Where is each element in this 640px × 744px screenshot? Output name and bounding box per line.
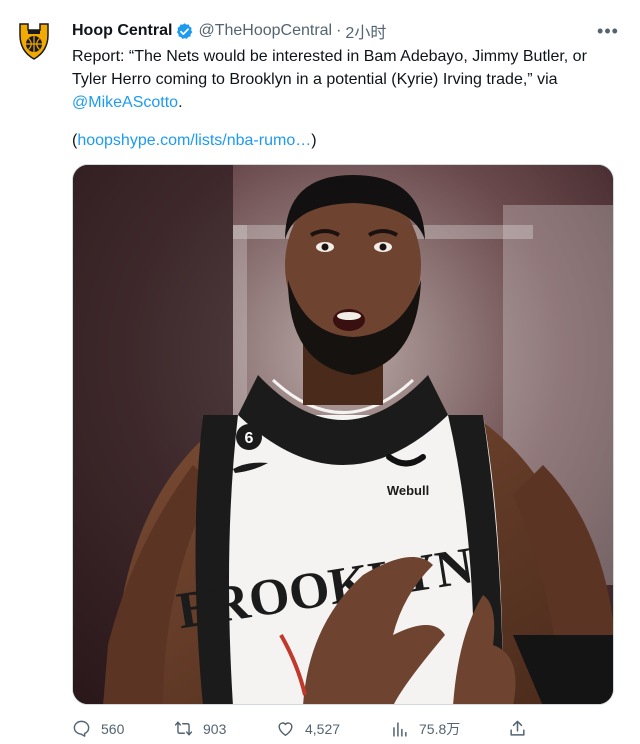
reply-button[interactable]: 560 (72, 719, 124, 738)
retweet-count: 903 (203, 720, 227, 737)
separator-dot: · (336, 22, 342, 39)
media-photo[interactable]: 6 Webull BROOKLYN (72, 164, 614, 705)
more-icon[interactable]: ••• (596, 19, 620, 43)
action-bar: 560 903 4,527 75.8万 (72, 716, 612, 744)
verified-badge-icon (175, 22, 194, 41)
url-link[interactable]: hoopshype.com/lists/nba-rumo… (77, 132, 311, 149)
tweet[interactable]: Hoop Central @TheHoopCentral · 2小时 ••• R… (0, 0, 640, 743)
display-name[interactable]: Hoop Central (72, 22, 172, 40)
hoop-central-logo (19, 23, 49, 60)
mention-link[interactable]: @MikeAScotto (72, 94, 178, 111)
tweet-header: Hoop Central @TheHoopCentral · 2小时 ••• (72, 19, 620, 43)
views-count: 75.8万 (419, 721, 461, 737)
views-button[interactable]: 75.8万 (390, 719, 460, 739)
avatar[interactable] (13, 20, 55, 62)
link-line: (hoopshype.com/lists/nba-rumo…) (72, 129, 317, 152)
share-button[interactable] (508, 719, 537, 738)
link-close-paren: ) (311, 132, 317, 149)
retweet-icon (174, 721, 193, 736)
like-count: 4,527 (305, 720, 341, 737)
jersey-number: 6 (245, 430, 254, 447)
player-photo: 6 Webull BROOKLYN (73, 165, 613, 704)
mention-suffix: . (178, 94, 183, 111)
reply-icon (73, 720, 90, 737)
tweet-text-line: Report: “The Nets would be interested in… (72, 48, 587, 65)
retweet-button[interactable]: 903 (174, 719, 226, 738)
like-icon (278, 722, 293, 736)
share-icon (510, 720, 525, 736)
handle[interactable]: @TheHoopCentral (198, 22, 332, 40)
tweet-text-line: Tyler Herro coming to Brooklyn in a pote… (72, 71, 558, 88)
views-icon (393, 721, 407, 737)
tweet-text: Report: “The Nets would be interested in… (72, 45, 622, 114)
reply-count: 560 (101, 720, 125, 737)
like-button[interactable]: 4,527 (276, 719, 340, 738)
timestamp[interactable]: 2小时 (345, 19, 386, 43)
sponsor-patch: Webull (387, 483, 429, 498)
